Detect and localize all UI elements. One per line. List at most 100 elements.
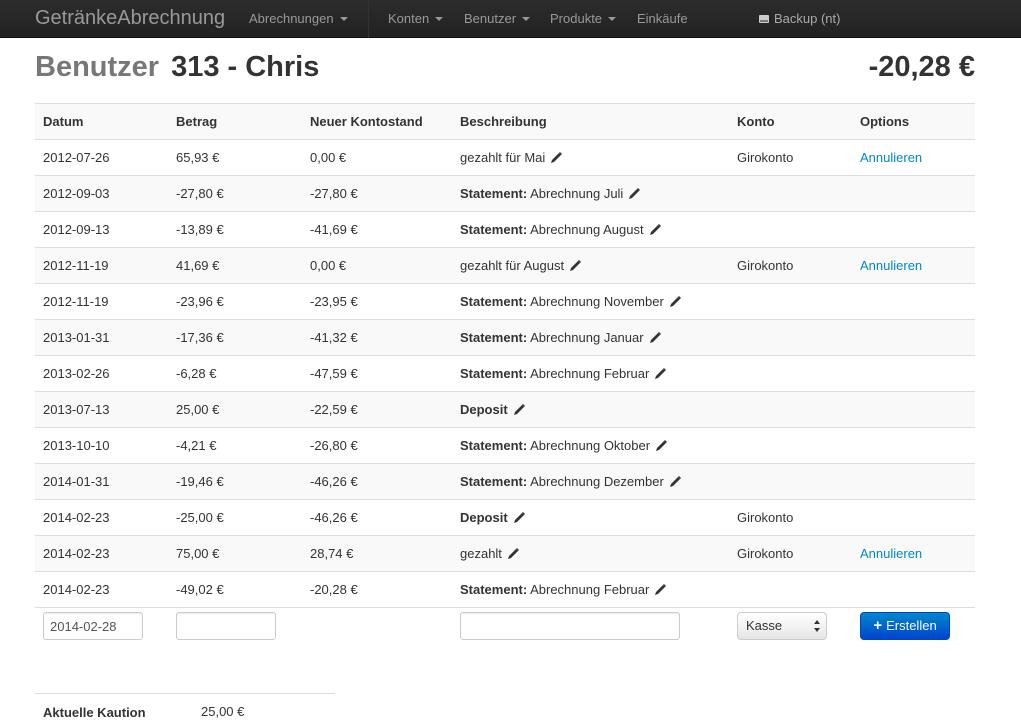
annulieren-link[interactable]: Annulieren (860, 140, 922, 175)
pencil-icon[interactable] (513, 511, 526, 524)
hdd-icon (759, 14, 769, 23)
row-description-label: Statement: (460, 438, 528, 453)
row-description: Deposit (460, 500, 526, 535)
pencil-icon[interactable] (507, 547, 520, 560)
create-button-label: Erstellen (886, 618, 937, 633)
row-description-text: gezahlt für Mai (460, 150, 546, 165)
table-row: 2013-01-31 -17,36 € -41,32 € Statement: Abr… (35, 320, 975, 356)
row-description-text: Abrechnung Oktober (530, 438, 651, 453)
row-description-label: Statement: (460, 330, 528, 345)
row-description-label: Statement: (460, 366, 528, 381)
row-description: Statement: Abrechnung November (460, 284, 682, 319)
pencil-icon[interactable] (550, 151, 563, 164)
row-balance: -26,80 € (310, 438, 358, 453)
pencil-icon[interactable] (569, 259, 582, 272)
nav-backup-label: Backup (nt) (774, 11, 841, 26)
konto-select-value: Kasse (746, 618, 783, 633)
row-date: 2013-07-13 (43, 402, 110, 417)
row-balance: -46,26 € (310, 474, 358, 489)
transactions-table: Datum Betrag Neuer Kontostand Beschreibu… (35, 103, 975, 608)
deposit-summary: Aktuelle Kaution 25,00 € (35, 693, 335, 724)
row-description-text: Abrechnung Februar (530, 582, 650, 597)
row-description: gezahlt (460, 536, 520, 571)
pencil-icon[interactable] (649, 223, 662, 236)
table-row: 2012-11-19 41,69 € 0,00 € gezahlt für Augus… (35, 248, 975, 284)
pencil-icon[interactable] (628, 187, 641, 200)
column-header-options: Options (860, 114, 910, 129)
table-row: 2014-01-31 -19,46 € -46,26 € Statement: Abr… (35, 464, 975, 500)
pencil-icon[interactable] (654, 583, 667, 596)
date-input[interactable] (43, 612, 143, 640)
nav-einkaeufe[interactable]: Einkäufe (637, 11, 688, 26)
row-description: gezahlt für August (460, 248, 582, 283)
amount-input[interactable] (176, 612, 276, 640)
row-balance: -23,95 € (310, 294, 358, 309)
row-balance: 28,74 € (310, 546, 354, 561)
pencil-icon[interactable] (669, 475, 682, 488)
row-date: 2013-01-31 (43, 330, 110, 345)
table-row: 2012-07-26 65,93 € 0,00 € gezahlt für Mai Gi… (35, 140, 975, 176)
create-button[interactable]: + Erstellen (860, 612, 950, 640)
row-date: 2014-02-23 (43, 546, 110, 561)
chevron-down-icon (435, 16, 444, 21)
row-description-label: Deposit (460, 402, 508, 417)
nav-einkaeufe-label: Einkäufe (637, 11, 688, 26)
user-name: 313 - Chris (171, 51, 320, 83)
pencil-icon[interactable] (655, 439, 668, 452)
row-description-label: Statement: (460, 222, 528, 237)
row-date: 2012-09-13 (43, 222, 110, 237)
row-amount: -49,02 € (176, 582, 224, 597)
row-description: Statement: Abrechnung Februar (460, 572, 667, 607)
nav-produkte-label: Produkte (550, 11, 603, 26)
row-amount: -27,80 € (176, 186, 224, 201)
row-amount: -25,00 € (176, 510, 224, 525)
row-description-label: Statement: (460, 474, 528, 489)
konto-select[interactable]: Kasse (737, 612, 827, 640)
row-balance: -41,32 € (310, 330, 358, 345)
annulieren-link[interactable]: Annulieren (860, 536, 922, 571)
row-date: 2012-11-19 (43, 258, 109, 273)
row-description: gezahlt für Mai (460, 140, 563, 175)
plus-icon: + (873, 617, 883, 634)
row-balance: -27,80 € (310, 186, 358, 201)
row-date: 2014-01-31 (43, 474, 110, 489)
nav-backup[interactable]: Backup (nt) (758, 11, 840, 26)
table-row: 2014-02-23 75,00 € 28,74 € gezahlt Girokonto… (35, 536, 975, 572)
row-balance: -20,28 € (310, 582, 358, 597)
nav-produkte[interactable]: Produkte (550, 11, 617, 26)
account-balance: -20,28 € (868, 51, 975, 83)
row-description-text: gezahlt für August (460, 258, 565, 273)
row-amount: -13,89 € (176, 222, 224, 237)
pencil-icon[interactable] (649, 331, 662, 344)
nav-benutzer[interactable]: Benutzer (464, 11, 531, 26)
nav-konten[interactable]: Konten (388, 11, 444, 26)
table-row: 2013-10-10 -4,21 € -26,80 € Statement: Abre… (35, 428, 975, 464)
row-description-text: Abrechnung August (530, 222, 644, 237)
row-description-text: Abrechnung November (530, 294, 664, 309)
pencil-icon[interactable] (669, 295, 682, 308)
chevron-down-icon (608, 16, 617, 21)
brand-logo[interactable]: GetränkeAbrechnung (35, 7, 225, 30)
table-row: 2014-02-23 -49,02 € -20,28 € Statement: Abr… (35, 572, 975, 608)
row-balance: 0,00 € (310, 150, 347, 165)
chevron-down-icon (339, 16, 348, 21)
row-date: 2013-10-10 (43, 438, 110, 453)
row-description-text: Abrechnung Januar (530, 330, 644, 345)
row-description-text: gezahlt (460, 546, 502, 561)
row-amount: 41,69 € (176, 258, 220, 273)
row-konto: Girokonto (737, 546, 794, 561)
annulieren-link[interactable]: Annulieren (860, 248, 922, 283)
row-balance: -22,59 € (310, 402, 358, 417)
nav-abrechnungen[interactable]: Abrechnungen (249, 11, 348, 26)
row-amount: 65,93 € (176, 150, 220, 165)
row-amount: -6,28 € (176, 366, 217, 381)
row-description: Statement: Abrechnung Februar (460, 356, 667, 391)
pencil-icon[interactable] (654, 367, 667, 380)
row-balance: 0,00 € (310, 258, 347, 273)
row-date: 2012-09-03 (43, 186, 110, 201)
row-description-label: Deposit (460, 510, 508, 525)
pencil-icon[interactable] (513, 403, 526, 416)
table-row: 2012-11-19 -23,96 € -23,95 € Statement: Abr… (35, 284, 975, 320)
select-arrows-icon (814, 620, 820, 632)
description-input[interactable] (460, 612, 680, 640)
